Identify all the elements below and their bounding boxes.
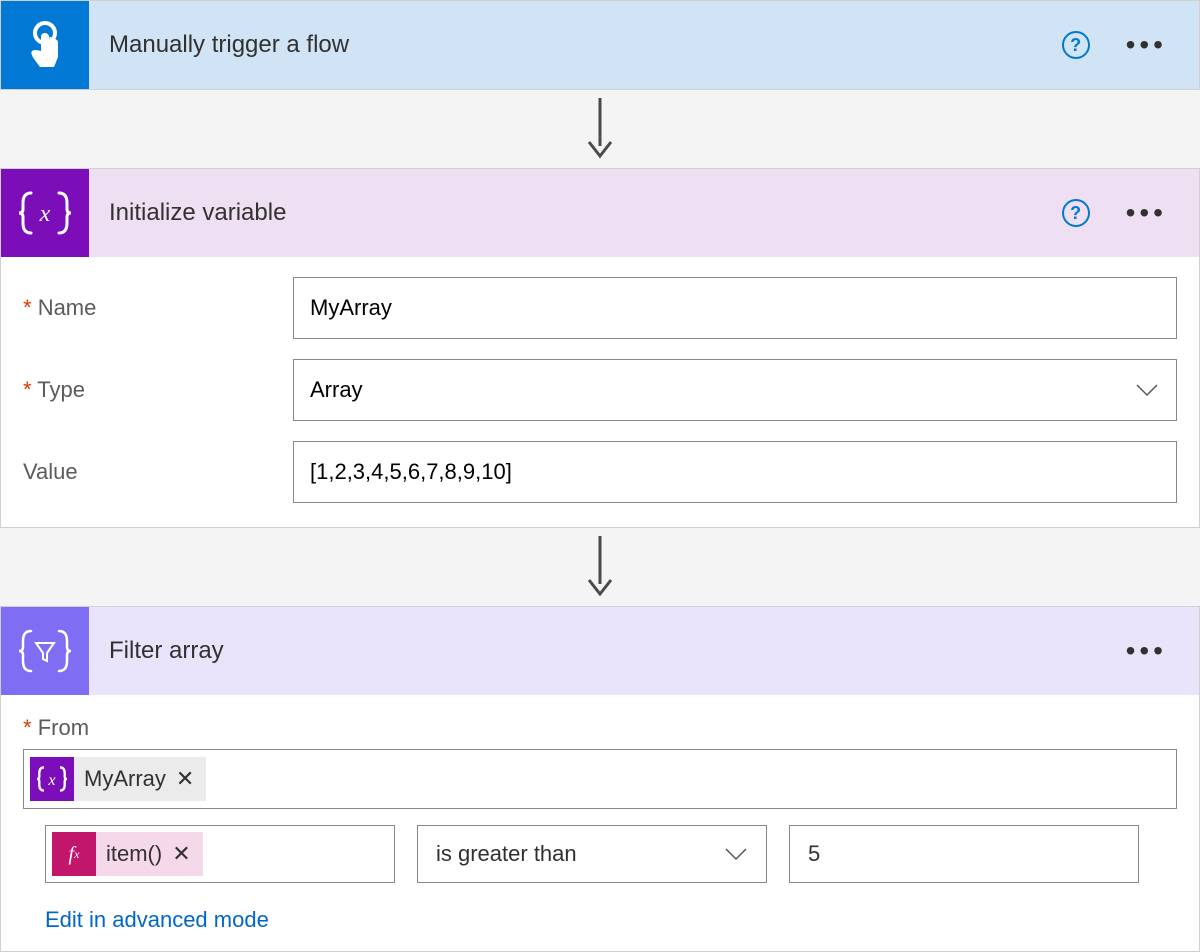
type-label-text: Type: [37, 377, 85, 402]
connector: [0, 90, 1200, 168]
arrow-down-icon: [585, 536, 615, 598]
more-menu-button[interactable]: •••: [1122, 633, 1171, 669]
help-icon[interactable]: ?: [1062, 199, 1090, 227]
initialize-variable-actions: ? •••: [1062, 195, 1199, 231]
filter-array-actions: •••: [1122, 633, 1199, 669]
condition-right-value: 5: [808, 841, 820, 867]
initialize-variable-card: x Initialize variable ? ••• * Name * Typ…: [0, 168, 1200, 528]
trigger-header[interactable]: Manually trigger a flow ? •••: [1, 1, 1199, 89]
name-input[interactable]: [293, 277, 1177, 339]
more-menu-button[interactable]: •••: [1122, 195, 1171, 231]
expression-token: fx item() ✕: [52, 832, 203, 876]
filter-array-card: Filter array ••• * From x MyArray ✕: [0, 606, 1200, 952]
trigger-title: Manually trigger a flow: [89, 31, 1062, 59]
type-select[interactable]: [293, 359, 1177, 421]
name-label-text: Name: [38, 295, 97, 320]
condition-row: fx item() ✕ is greater than 5: [23, 825, 1177, 883]
fx-icon: fx: [52, 832, 96, 876]
trigger-actions: ? •••: [1062, 27, 1199, 63]
connector: [0, 528, 1200, 606]
variable-token-icon: x: [30, 757, 74, 801]
initialize-variable-header[interactable]: x Initialize variable ? •••: [1, 169, 1199, 257]
condition-operator-select[interactable]: is greater than: [417, 825, 767, 883]
name-label: * Name: [23, 295, 293, 321]
variable-icon: x: [1, 169, 89, 257]
from-token: x MyArray ✕: [30, 757, 206, 801]
name-row: * Name: [23, 277, 1177, 339]
edit-advanced-mode-link[interactable]: Edit in advanced mode: [23, 907, 1177, 933]
type-row: * Type: [23, 359, 1177, 421]
initialize-variable-body: * Name * Type Value: [1, 257, 1199, 527]
filter-array-body: * From x MyArray ✕ fx item(): [1, 695, 1199, 951]
condition-left-input[interactable]: fx item() ✕: [45, 825, 395, 883]
value-input[interactable]: [293, 441, 1177, 503]
value-label: Value: [23, 459, 293, 485]
from-token-label: MyArray: [84, 766, 166, 792]
filter-array-header[interactable]: Filter array •••: [1, 607, 1199, 695]
chevron-down-icon: [724, 847, 748, 861]
condition-operator-value: is greater than: [436, 841, 577, 867]
from-label: * From: [23, 715, 1177, 741]
expression-token-label: item(): [106, 841, 162, 867]
from-label-text: From: [38, 715, 89, 740]
svg-text:x: x: [39, 201, 51, 227]
help-icon[interactable]: ?: [1062, 31, 1090, 59]
value-row: Value: [23, 441, 1177, 503]
value-label-text: Value: [23, 459, 78, 484]
braces-filter-icon: [19, 629, 71, 673]
manual-trigger-icon: [1, 1, 89, 89]
initialize-variable-title: Initialize variable: [89, 199, 1062, 227]
from-input[interactable]: x MyArray ✕: [23, 749, 1177, 809]
remove-token-button[interactable]: ✕: [172, 841, 190, 867]
trigger-card: Manually trigger a flow ? •••: [0, 0, 1200, 90]
svg-text:x: x: [47, 772, 56, 789]
condition-right-input[interactable]: 5: [789, 825, 1139, 883]
remove-token-button[interactable]: ✕: [176, 766, 194, 792]
filter-array-title: Filter array: [89, 637, 1122, 665]
braces-x-icon: x: [19, 191, 71, 235]
more-menu-button[interactable]: •••: [1122, 27, 1171, 63]
type-label: * Type: [23, 377, 293, 403]
arrow-down-icon: [585, 98, 615, 160]
touch-icon: [24, 21, 66, 69]
filter-icon: [1, 607, 89, 695]
